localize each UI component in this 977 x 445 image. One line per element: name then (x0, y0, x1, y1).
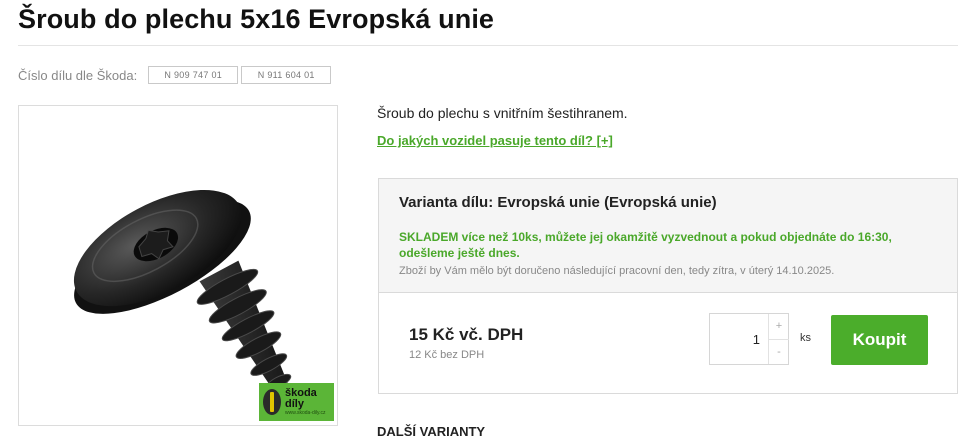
price-net: 12 Kč bez DPH (409, 349, 485, 361)
product-description: Šroub do plechu s vnitřním šestihranem. (377, 105, 628, 121)
title-divider (18, 45, 958, 46)
brand-logo-icon (263, 389, 281, 415)
quantity-decrement-button[interactable]: - (769, 339, 789, 365)
part-number-chip: N 911 604 01 (241, 66, 332, 84)
quantity-stepper: + - (709, 313, 789, 365)
brand-url: www.skoda-dily.cz (285, 410, 326, 416)
delivery-info: Zboží by Vám mělo být doručeno následují… (399, 265, 835, 277)
brand-name-2: díly (285, 398, 304, 410)
part-number-label: Číslo dílu dle Škoda: (18, 67, 138, 83)
buy-button[interactable]: Koupit (831, 315, 928, 365)
part-number-row: Číslo dílu dle Škoda: N 909 747 01 N 911… (18, 66, 334, 84)
quantity-input[interactable] (710, 314, 768, 364)
part-number-chip: N 909 747 01 (148, 66, 239, 84)
stock-status: SKLADEM více než 10ks, můžete jej okamži… (399, 230, 892, 260)
variant-panel: Varianta dílu: Evropská unie (Evropská u… (378, 178, 958, 394)
price-gross: 15 Kč vč. DPH (409, 325, 524, 344)
quantity-increment-button[interactable]: + (769, 314, 789, 339)
quantity-unit: ks (800, 332, 811, 344)
variant-header: Varianta dílu: Evropská unie (Evropská u… (379, 179, 957, 293)
vehicle-fit-link[interactable]: Do jakých vozidel pasuje tento díl? [+] (377, 133, 613, 148)
variant-title: Varianta dílu: Evropská unie (Evropská u… (399, 194, 717, 211)
brand-badge: škoda díly www.skoda-dily.cz (259, 383, 334, 421)
screw-image (73, 189, 298, 420)
page-title: Šroub do plechu 5x16 Evropská unie (18, 4, 495, 34)
product-image[interactable]: škoda díly www.skoda-dily.cz (18, 105, 338, 426)
quantity-steps: + - (768, 314, 789, 364)
more-variants-heading: DALŠÍ VARIANTY (377, 424, 486, 439)
